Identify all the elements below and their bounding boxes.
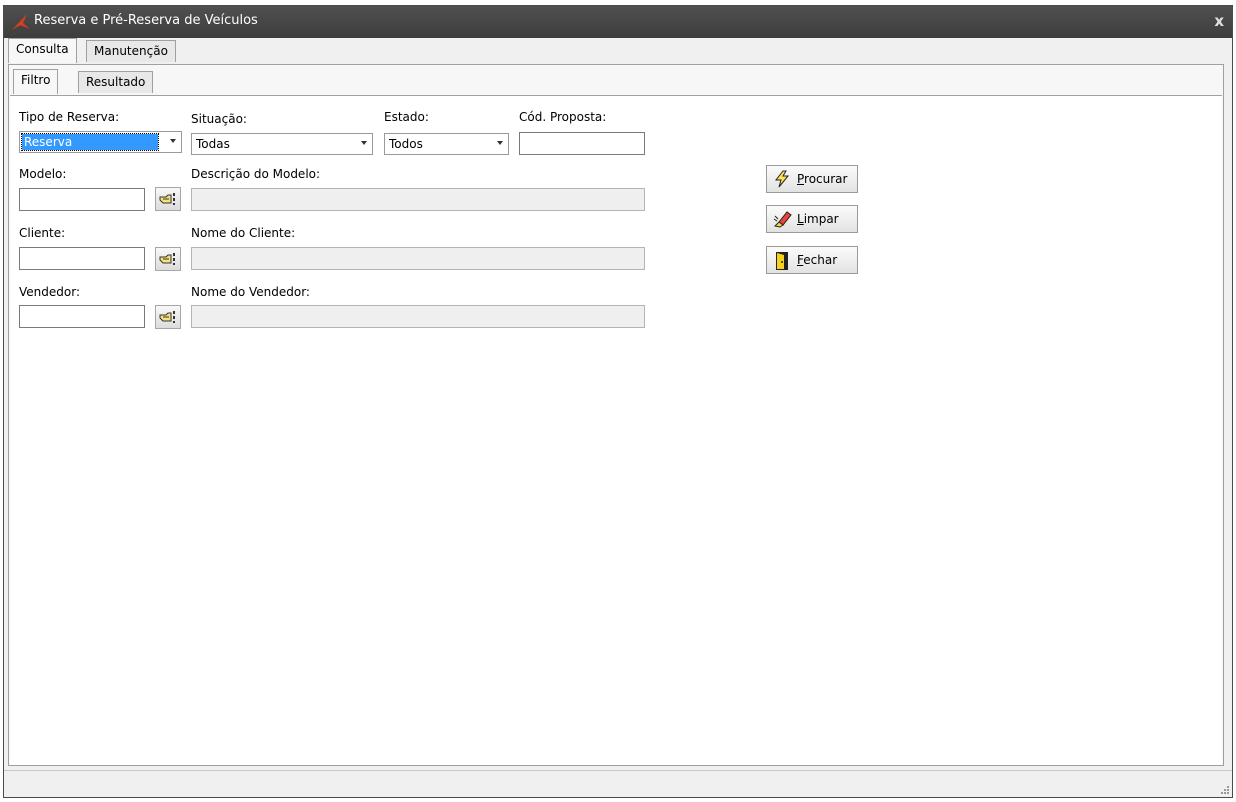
procurar-button[interactable]: Procurar xyxy=(766,165,858,193)
descricao-modelo-field xyxy=(191,188,645,211)
tab-consulta[interactable]: Consulta xyxy=(8,38,77,63)
status-bar xyxy=(4,770,1232,797)
inner-tab-strip: Filtro Resultado xyxy=(13,69,413,97)
main-window: Reserva e Pré-Reserva de Veículos x Cons… xyxy=(3,5,1233,798)
cod-proposta-label: Cód. Proposta: xyxy=(519,110,607,124)
procurar-label: Procurar xyxy=(797,172,848,186)
modelo-label: Modelo: xyxy=(19,167,67,181)
limpar-button[interactable]: Limpar xyxy=(766,205,858,233)
cliente-lookup-button[interactable] xyxy=(155,247,181,271)
tipo-reserva-value: Reserva xyxy=(21,133,159,151)
lookup-hand-icon xyxy=(159,193,175,205)
situacao-label: Situação: xyxy=(191,112,247,126)
lookup-hand-icon xyxy=(159,253,175,265)
nome-cliente-label: Nome do Cliente: xyxy=(191,226,296,240)
estado-value: Todos xyxy=(389,137,423,151)
app-logo-icon xyxy=(12,14,30,30)
vendedor-input[interactable] xyxy=(19,305,145,328)
close-icon[interactable]: x xyxy=(1214,12,1224,30)
consulta-panel: Filtro Resultado Tipo de Reserva: Reserv… xyxy=(8,64,1224,766)
lookup-hand-icon xyxy=(159,311,175,323)
tipo-reserva-combo[interactable]: Reserva xyxy=(19,131,182,153)
cliente-input[interactable] xyxy=(19,247,145,270)
situacao-combo[interactable]: Todas xyxy=(191,133,373,155)
chevron-down-icon xyxy=(170,139,176,143)
chevron-down-icon xyxy=(361,141,367,145)
estado-combo[interactable]: Todos xyxy=(384,133,509,155)
limpar-label: Limpar xyxy=(797,212,839,226)
nome-cliente-field xyxy=(191,247,645,270)
title-bar: Reserva e Pré-Reserva de Veículos x xyxy=(4,6,1232,38)
vendedor-label: Vendedor: xyxy=(19,285,80,299)
nome-vendedor-label: Nome do Vendedor: xyxy=(191,285,310,299)
tab-resultado[interactable]: Resultado xyxy=(78,71,154,93)
estado-label: Estado: xyxy=(384,110,429,124)
vendedor-lookup-button[interactable] xyxy=(155,305,181,329)
cod-proposta-input[interactable] xyxy=(519,132,645,155)
situacao-value: Todas xyxy=(196,137,230,151)
modelo-lookup-button[interactable] xyxy=(155,187,181,211)
lightning-icon xyxy=(774,170,790,188)
tab-filtro[interactable]: Filtro xyxy=(13,69,59,94)
resize-grip-icon[interactable] xyxy=(1219,784,1229,794)
nome-vendedor-field xyxy=(191,305,645,328)
window-title: Reserva e Pré-Reserva de Veículos xyxy=(34,13,258,28)
modelo-input[interactable] xyxy=(19,188,145,211)
fechar-button[interactable]: Fechar xyxy=(766,246,858,274)
tipo-reserva-label: Tipo de Reserva: xyxy=(19,110,120,124)
chevron-down-icon xyxy=(497,141,503,145)
filtro-panel: Tipo de Reserva: Reserva Situação: Todas… xyxy=(10,95,1222,765)
descricao-modelo-label: Descrição do Modelo: xyxy=(191,167,321,181)
fechar-label: Fechar xyxy=(797,253,838,267)
exit-door-icon xyxy=(776,252,788,270)
cliente-label: Cliente: xyxy=(19,226,66,240)
eraser-icon xyxy=(773,211,792,228)
outer-tab-strip: Consulta Manutenção xyxy=(4,38,1232,66)
tab-manutencao[interactable]: Manutenção xyxy=(86,40,176,62)
